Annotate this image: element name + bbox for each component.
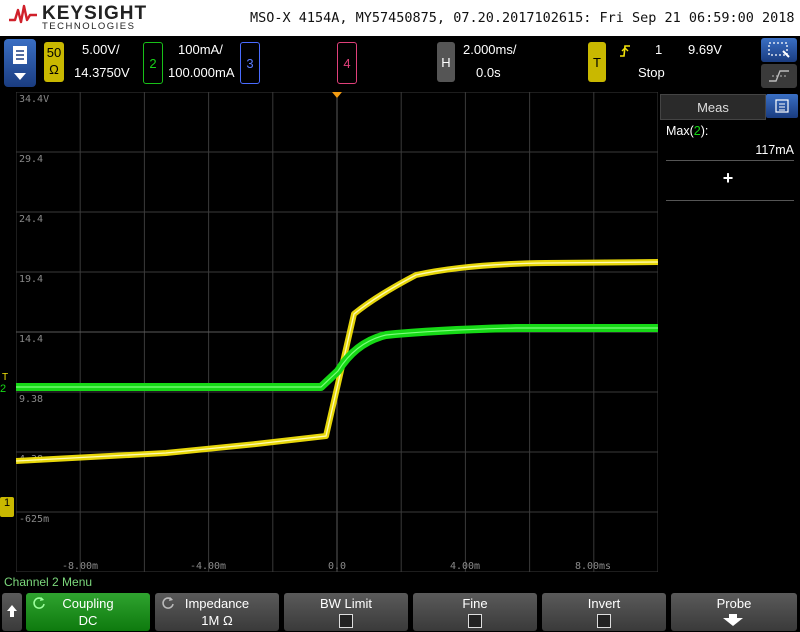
coupling-label: Coupling — [62, 596, 114, 611]
fine-checkbox[interactable] — [468, 614, 482, 628]
y-axis-label: 9.38 — [19, 394, 43, 405]
trigger-edge-icon — [620, 45, 630, 57]
menu-down-icon — [14, 73, 26, 80]
ch4-badge[interactable]: 4 — [337, 42, 357, 84]
softkey-fine[interactable]: Fine — [413, 593, 537, 631]
meas-title: Meas — [697, 100, 729, 115]
measurement-value: 117mA — [755, 143, 794, 157]
zoom-select-icon — [768, 42, 790, 58]
measurement-name: Max(2): — [666, 124, 709, 138]
panel-divider-bottom — [666, 200, 794, 201]
keysight-logo-icon — [9, 4, 37, 24]
main-menu-button[interactable] — [4, 39, 36, 87]
ch1-badge[interactable]: 50 Ω — [44, 42, 64, 82]
trigger-source: 1 — [655, 42, 663, 57]
document-icon — [13, 46, 27, 64]
horizontal-delay: 0.0s — [476, 65, 501, 80]
y-axis-label: 19.4 — [19, 274, 43, 285]
horizontal-badge[interactable]: H — [437, 42, 455, 82]
acquisition-state: Stop — [638, 65, 665, 80]
x-axis-label: -4.00m — [190, 561, 226, 572]
probe-down-arrow-icon — [723, 614, 743, 626]
ch1-offset: 14.3750V — [74, 65, 130, 80]
x-axis-label: 0.0 — [328, 561, 346, 572]
y-axis-label: 29.4 — [19, 154, 43, 165]
add-measurement-button[interactable]: + — [710, 168, 746, 189]
dock-panel-icon — [775, 99, 789, 113]
ch2-ground-marker[interactable]: 2 — [0, 383, 14, 397]
probe-label: Probe — [716, 596, 752, 611]
waveform-display[interactable]: 34.4V29.424.419.414.49.384.38-625m -8.00… — [16, 92, 658, 572]
ch3-badge[interactable]: 3 — [240, 42, 260, 84]
zone-trigger-icon — [769, 70, 789, 82]
softkey-invert[interactable]: Invert — [542, 593, 666, 631]
measurement-item[interactable]: Max(2): 117mA — [660, 120, 800, 160]
measurement-label: Max — [666, 124, 690, 138]
softkey-bw-limit[interactable]: BW Limit — [284, 593, 408, 631]
trigger-level-marker[interactable]: T — [2, 372, 8, 383]
impedance-value: 1M Ω — [201, 613, 233, 628]
ch1-scale: 5.00V/ — [82, 42, 120, 57]
impedance-label: Impedance — [184, 596, 250, 611]
ch3-number: 3 — [246, 56, 254, 71]
bw-limit-checkbox[interactable] — [339, 614, 353, 628]
y-axis-label: 24.4 — [19, 214, 43, 225]
softkey-probe[interactable]: Probe — [671, 593, 797, 631]
trigger-letter: T — [593, 55, 601, 70]
ch4-number: 4 — [343, 56, 351, 71]
softkey-coupling[interactable]: Coupling DC — [26, 593, 150, 631]
x-axis-label: -8.00m — [62, 561, 98, 572]
dock-panel-button[interactable] — [766, 94, 798, 118]
invert-label: Invert — [587, 596, 621, 611]
touch-trigger-button[interactable] — [761, 64, 797, 88]
status-bar: 50 Ω 5.00V/ 14.3750V 2 100mA/ 100.000mA … — [0, 36, 800, 92]
x-axis-label: 8.00ms — [575, 561, 611, 572]
up-arrow-icon — [7, 605, 17, 617]
bw-limit-label: BW Limit — [320, 596, 372, 611]
measurement-panel: Meas Max(2): 117mA + — [660, 92, 800, 572]
trigger-level: 9.69V — [688, 42, 722, 57]
y-axis-label: 14.4 — [19, 334, 43, 345]
softkey-back-button[interactable] — [2, 593, 22, 631]
softkey-impedance[interactable]: Impedance 1M Ω — [155, 593, 279, 631]
zoom-select-button[interactable] — [761, 38, 797, 62]
y-axis-label: 34.4V — [19, 94, 49, 105]
ch2-number: 2 — [149, 56, 157, 71]
ch1-impedance: 50 — [46, 45, 62, 60]
panel-divider-top — [666, 160, 794, 161]
ch1-ground-marker[interactable]: 1 — [0, 497, 14, 517]
trigger-position-marker[interactable] — [332, 92, 342, 98]
ch1-ohm: Ω — [49, 62, 59, 77]
timebase: 2.000ms/ — [463, 42, 517, 57]
trigger-badge[interactable]: T — [588, 42, 606, 82]
measurement-channel: 2 — [693, 124, 701, 138]
y-axis-label: -625m — [19, 514, 49, 525]
ch2-scale: 100mA/ — [178, 42, 223, 57]
fine-label: Fine — [462, 596, 488, 611]
ch2-badge[interactable]: 2 — [143, 42, 163, 84]
coupling-value: DC — [78, 613, 98, 628]
meas-tab[interactable]: Meas — [660, 94, 766, 120]
invert-checkbox[interactable] — [597, 614, 611, 628]
x-axis-label: 4.00m — [450, 561, 480, 572]
menu-title: Channel 2 Menu — [4, 575, 93, 589]
header-bar: KEYSIGHT TECHNOLOGIES MSO-X 4154A, MY574… — [0, 0, 800, 36]
device-info: MSO-X 4154A, MY57450875, 07.20.201710261… — [250, 10, 795, 26]
horizontal-letter: H — [441, 55, 451, 70]
brand-subtitle: TECHNOLOGIES — [42, 21, 136, 32]
ch2-offset: 100.000mA — [168, 65, 235, 80]
